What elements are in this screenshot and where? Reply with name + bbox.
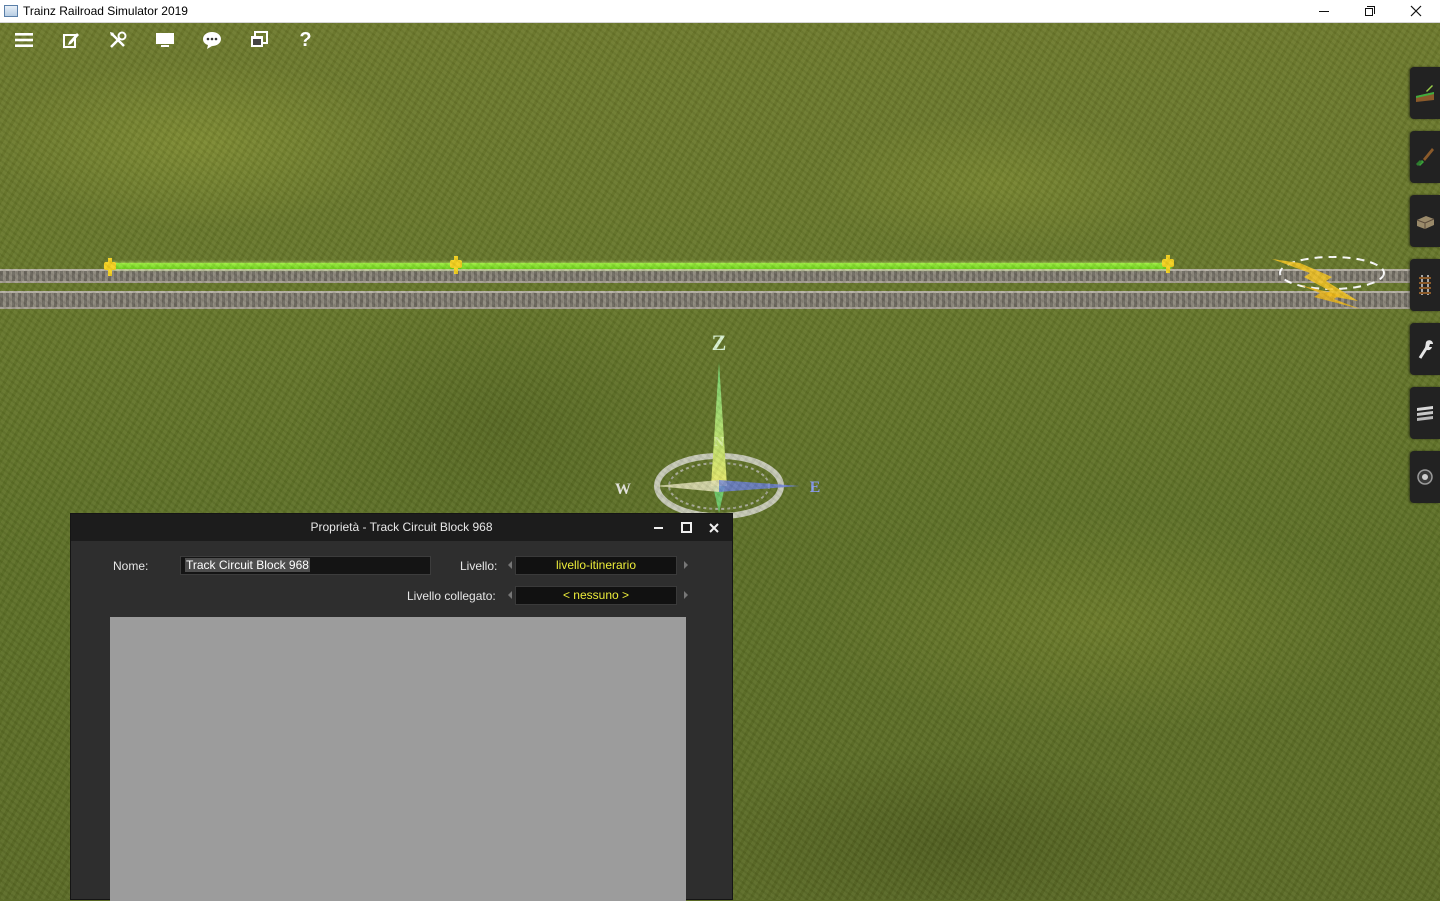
track-circuit-block-line[interactable]: [108, 263, 1172, 269]
close-icon: [1410, 5, 1422, 17]
compass-north-label: N: [714, 435, 724, 450]
close-icon: [709, 522, 719, 533]
layer-select[interactable]: livello-itinerario: [508, 556, 688, 575]
compass-gizmo-icon[interactable]: Z W E N: [605, 308, 835, 528]
objects-icon: [1416, 216, 1435, 229]
edit-button[interactable]: [47, 23, 94, 57]
help-icon: ?: [299, 28, 312, 51]
restore-icon: [1365, 6, 1375, 16]
next-arrow-icon[interactable]: [684, 561, 688, 569]
dialog-minimize-button[interactable]: [644, 514, 672, 541]
linked-layer-select[interactable]: < nessuno >: [508, 586, 688, 605]
main-toolbar: ?: [0, 23, 329, 57]
name-field-value: Track Circuit Block 968: [185, 558, 310, 572]
windows-icon: [250, 31, 268, 47]
chat-bubble-icon: [202, 32, 221, 49]
compass-east-label: E: [810, 479, 821, 496]
window-title: Trainz Railroad Simulator 2019: [23, 4, 188, 18]
palette-paint-button[interactable]: [1410, 131, 1440, 183]
dialog-close-button[interactable]: [700, 514, 728, 541]
properties-dialog: Proprietà - Track Circuit Block 968 Nome…: [70, 513, 733, 901]
railway-track[interactable]: [0, 269, 1410, 283]
wrench-icon: [1418, 340, 1433, 359]
chat-button[interactable]: [188, 23, 235, 57]
junction-lever-icon[interactable]: [1270, 251, 1390, 311]
help-button[interactable]: ?: [282, 23, 329, 57]
display-button[interactable]: [141, 23, 188, 57]
window-titlebar: Trainz Railroad Simulator 2019: [0, 0, 1440, 23]
track-marker[interactable]: [450, 256, 462, 274]
layers-icon: [1417, 406, 1433, 421]
minimize-icon: [653, 526, 663, 529]
maximize-icon: [680, 522, 692, 533]
next-arrow-icon[interactable]: [684, 591, 688, 599]
dialog-title: Proprietà - Track Circuit Block 968: [310, 520, 493, 534]
paint-brush-icon: [1415, 148, 1434, 167]
minimize-icon: [1319, 10, 1329, 12]
track-marker[interactable]: [1162, 255, 1174, 273]
layer-label: Livello:: [460, 559, 498, 573]
restore-button[interactable]: [1347, 0, 1393, 22]
track-marker[interactable]: [104, 258, 116, 276]
linked-layer-select-value: < nessuno >: [515, 586, 677, 605]
close-button[interactable]: [1393, 0, 1439, 22]
dialog-titlebar[interactable]: Proprietà - Track Circuit Block 968: [71, 514, 732, 541]
name-label: Nome:: [113, 559, 149, 573]
terrain-icon: [1416, 85, 1434, 102]
palette-track-button[interactable]: [1410, 259, 1440, 311]
tools-icon: [109, 31, 126, 48]
compass-west-label: W: [615, 481, 631, 498]
effects-icon: [1417, 469, 1433, 485]
palette-effects-button[interactable]: [1410, 451, 1440, 503]
previous-arrow-icon[interactable]: [508, 561, 512, 569]
hamburger-menu-icon: [14, 33, 33, 47]
edit-icon: [62, 33, 79, 48]
previous-arrow-icon[interactable]: [508, 591, 512, 599]
properties-content-panel[interactable]: [110, 617, 686, 901]
name-field[interactable]: Track Circuit Block 968: [180, 556, 431, 575]
palette-trackside-button[interactable]: [1410, 323, 1440, 375]
layer-select-value: livello-itinerario: [515, 556, 677, 575]
dialog-maximize-button[interactable]: [672, 514, 700, 541]
track-icon: [1419, 275, 1431, 295]
menu-button[interactable]: [0, 23, 47, 57]
palette-terrain-button[interactable]: [1410, 67, 1440, 119]
linked-layer-label: Livello collegato:: [407, 589, 496, 603]
palette-objects-button[interactable]: [1410, 195, 1440, 247]
palette-layers-button[interactable]: [1410, 387, 1440, 439]
windows-button[interactable]: [235, 23, 282, 57]
monitor-icon: [155, 33, 174, 47]
compass-z-label: Z: [712, 330, 727, 355]
tools-button[interactable]: [94, 23, 141, 57]
minimize-button[interactable]: [1301, 0, 1347, 22]
app-icon: [4, 5, 18, 17]
railway-track[interactable]: [0, 291, 1410, 309]
